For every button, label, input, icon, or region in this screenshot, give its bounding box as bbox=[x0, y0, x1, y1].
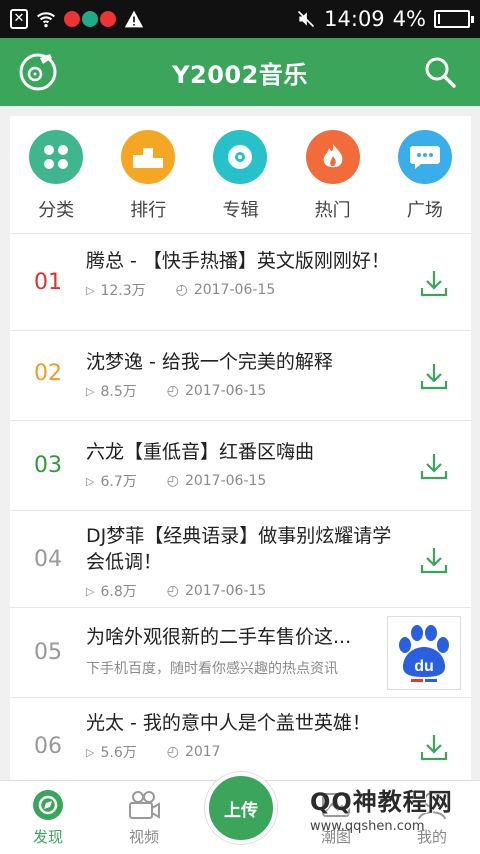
upload-button[interactable]: 上传 bbox=[205, 772, 277, 844]
category-classify[interactable]: 分类 bbox=[16, 130, 96, 233]
song-meta: ▷ 8.5万 ◴ 2017-06-15 bbox=[86, 381, 401, 401]
wifi-icon bbox=[36, 12, 56, 28]
nav-discover[interactable]: 发现 bbox=[0, 781, 96, 854]
upload-label: 上传 bbox=[224, 800, 258, 821]
ad-subtitle: 下手机百度，随时看你感兴趣的热点资讯 bbox=[86, 661, 338, 677]
category-label: 热门 bbox=[314, 200, 351, 221]
video-icon bbox=[129, 791, 160, 819]
battery-icon bbox=[434, 10, 474, 28]
watermark-text: QQ神教程网 bbox=[310, 788, 453, 816]
play-count: 12.3万 bbox=[100, 283, 146, 299]
song-rank: 04 bbox=[34, 547, 62, 572]
clock-icon: ◴ bbox=[166, 473, 179, 489]
song-row[interactable]: 03 六龙【重低音】红番区嗨曲 ▷ 6.7万 ◴ 2017-06-15 bbox=[10, 421, 471, 511]
song-title: 腾总 - 【快手热播】英文版刚刚好！ bbox=[86, 250, 390, 272]
clock-icon: ◴ bbox=[175, 282, 188, 298]
notification-x-icon: ✕ bbox=[10, 9, 28, 29]
clock-icon: ◴ bbox=[166, 383, 179, 399]
nav-label: 视频 bbox=[128, 828, 159, 846]
category-label: 专辑 bbox=[222, 200, 259, 221]
mute-icon bbox=[298, 10, 315, 28]
category-bar: 分类 排行 专辑 热门 广场 bbox=[10, 116, 471, 234]
play-count: 5.6万 bbox=[100, 745, 137, 761]
category-label: 排行 bbox=[130, 200, 167, 221]
category-hot[interactable]: 热门 bbox=[293, 130, 373, 233]
play-count: 6.8万 bbox=[100, 584, 137, 600]
category-album[interactable]: 专辑 bbox=[200, 130, 280, 233]
song-row[interactable]: 01 腾总 - 【快手热播】英文版刚刚好！ ▷ 12.3万 ◴ 2017-06-… bbox=[10, 234, 471, 331]
ad-row[interactable]: 05 为啥外观很新的二手车售价这... 下手机百度，随时看你感兴趣的热点资讯 d… bbox=[10, 608, 471, 698]
song-title: 沈梦逸 - 给我一个完美的解释 bbox=[86, 351, 333, 373]
song-row[interactable]: 04 DJ梦菲【经典语录】做事别炫耀请学会低调！ ▷ 6.8万 ◴ 2017-0… bbox=[10, 511, 471, 608]
song-title: 光太 - 我的意中人是个盖世英雄！ bbox=[86, 712, 371, 734]
download-icon[interactable] bbox=[419, 732, 449, 762]
clock-icon: ◴ bbox=[166, 583, 179, 599]
play-count-icon: ▷ bbox=[86, 474, 95, 488]
song-title: 六龙【重低音】红番区嗨曲 bbox=[86, 441, 315, 463]
song-rank: 02 bbox=[34, 361, 62, 386]
play-count-icon: ▷ bbox=[86, 283, 95, 297]
disc-icon bbox=[213, 130, 268, 184]
song-date: 2017-06-15 bbox=[184, 383, 267, 399]
song-rank: 01 bbox=[34, 270, 62, 295]
flame-icon bbox=[305, 130, 360, 184]
play-count: 8.5万 bbox=[100, 384, 137, 400]
download-icon[interactable] bbox=[419, 361, 449, 391]
podium-icon bbox=[121, 130, 176, 184]
app-notification-icons bbox=[64, 11, 116, 27]
discover-icon bbox=[33, 790, 63, 820]
category-square[interactable]: 广场 bbox=[385, 130, 465, 233]
song-meta: ▷ 5.6万 ◴ 2017 bbox=[86, 742, 401, 762]
play-count-icon: ▷ bbox=[86, 384, 95, 398]
app-header: Y2002音乐 bbox=[0, 38, 480, 106]
category-label: 广场 bbox=[406, 200, 443, 221]
warning-icon bbox=[124, 10, 144, 28]
song-meta: ▷ 6.8万 ◴ 2017-06-15 bbox=[86, 581, 401, 601]
download-icon[interactable] bbox=[419, 545, 449, 575]
ad-logo-text: du bbox=[414, 658, 434, 675]
watermark: QQ神教程网 www.qqshen.com bbox=[310, 782, 453, 834]
song-meta: ▷ 12.3万 ◴ 2017-06-15 bbox=[86, 280, 401, 300]
grid-icon bbox=[29, 130, 84, 184]
download-icon[interactable] bbox=[419, 268, 449, 298]
play-count-icon: ▷ bbox=[86, 745, 95, 759]
baidu-logo-image[interactable]: du bbox=[387, 616, 461, 690]
status-time: 14:09 bbox=[324, 7, 385, 31]
download-icon[interactable] bbox=[419, 451, 449, 481]
ad-title: 为啥外观很新的二手车售价这... bbox=[86, 626, 352, 648]
battery-percent: 4% bbox=[392, 7, 426, 31]
song-rank: 03 bbox=[34, 453, 62, 478]
song-date: 2017-06-15 bbox=[184, 473, 267, 489]
watermark-url: www.qqshen.com bbox=[310, 819, 425, 834]
play-count-icon: ▷ bbox=[86, 584, 95, 598]
nav-video[interactable]: 视频 bbox=[96, 781, 192, 854]
song-rank: 06 bbox=[34, 734, 62, 759]
chat-icon bbox=[397, 130, 452, 184]
category-label: 分类 bbox=[38, 200, 75, 221]
song-title: DJ梦菲【经典语录】做事别炫耀请学会低调！ bbox=[86, 525, 392, 573]
clock-icon: ◴ bbox=[166, 744, 179, 760]
song-meta: ▷ 6.7万 ◴ 2017-06-15 bbox=[86, 471, 401, 491]
song-date: 2017 bbox=[184, 744, 221, 760]
play-count: 6.7万 bbox=[100, 474, 137, 490]
song-date: 2017-06-15 bbox=[193, 282, 276, 298]
song-row[interactable]: 06 光太 - 我的意中人是个盖世英雄！ ▷ 5.6万 ◴ 2017 bbox=[10, 698, 471, 780]
category-ranking[interactable]: 排行 bbox=[108, 130, 188, 233]
song-rank: 05 bbox=[34, 640, 62, 665]
status-bar: ✕ 14:09 4% bbox=[0, 0, 480, 38]
music-disc-icon[interactable] bbox=[18, 52, 58, 92]
nav-label: 发现 bbox=[32, 828, 63, 846]
content-card: 分类 排行 专辑 热门 广场 01 腾总 - 【快手热播】英文版刚刚好！ ▷ 1… bbox=[10, 116, 471, 780]
search-icon[interactable] bbox=[422, 54, 458, 90]
page-title: Y2002音乐 bbox=[172, 60, 308, 89]
song-date: 2017-06-15 bbox=[184, 583, 267, 599]
song-row[interactable]: 02 沈梦逸 - 给我一个完美的解释 ▷ 8.5万 ◴ 2017-06-15 bbox=[10, 331, 471, 421]
